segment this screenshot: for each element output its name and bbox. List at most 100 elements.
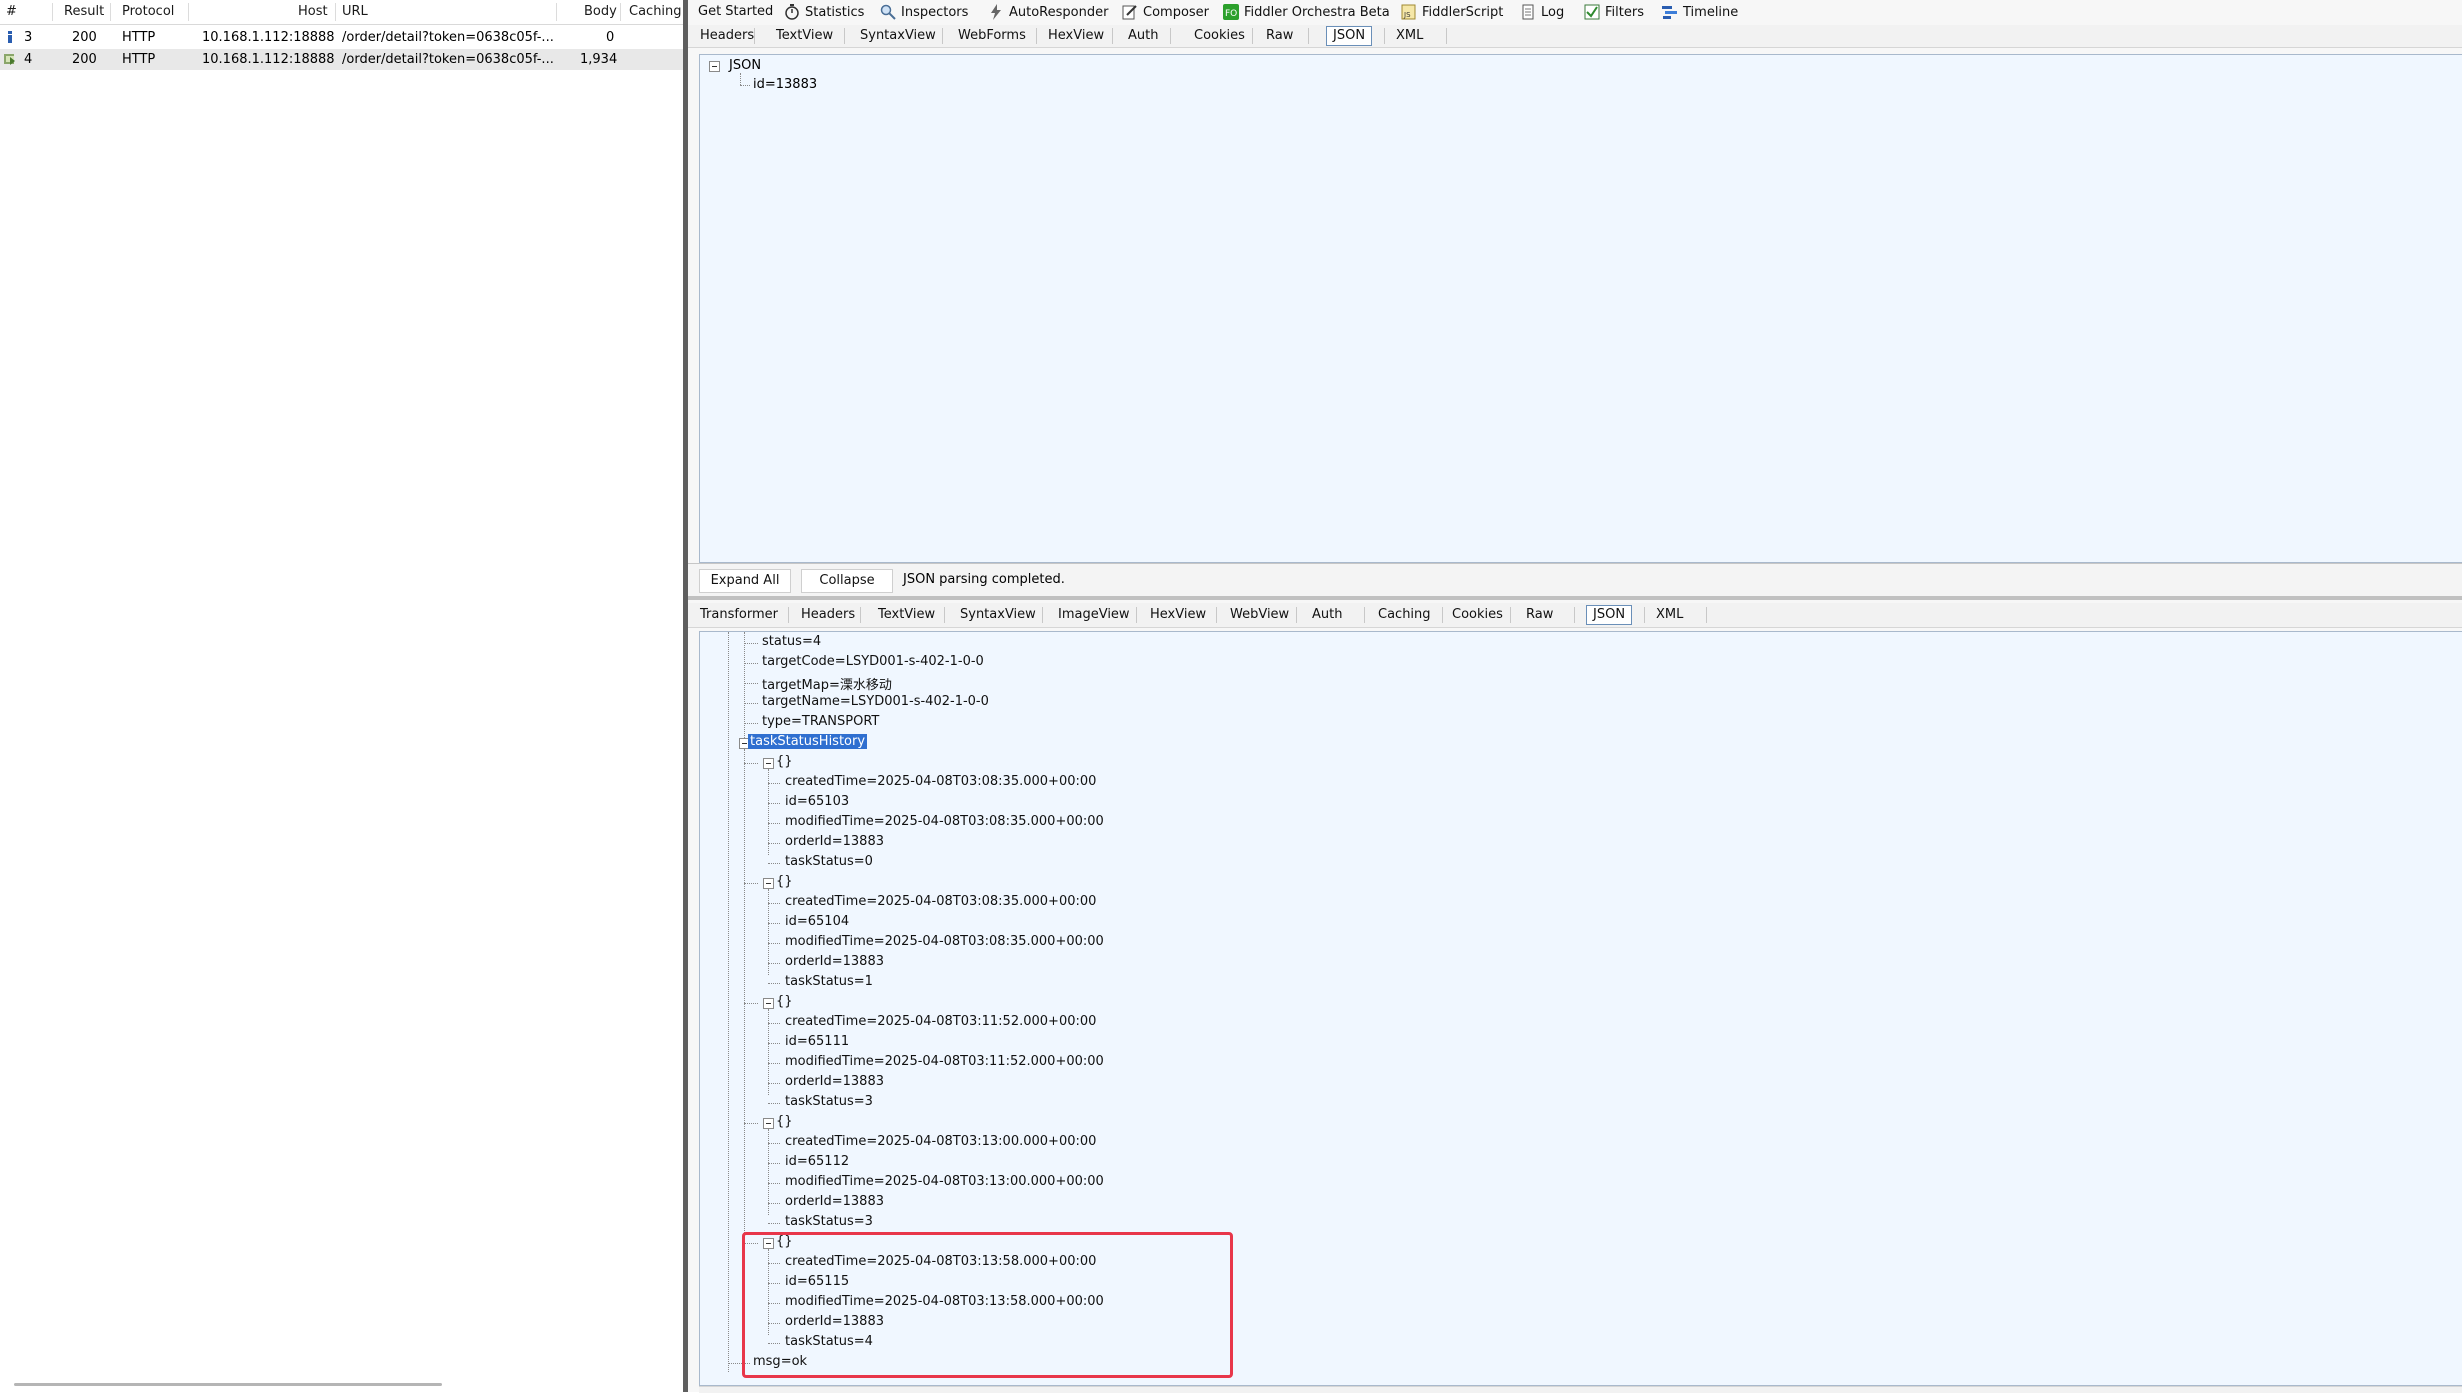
col-host[interactable]: Host [298, 4, 328, 19]
tree-node[interactable]: createdTime=2025-04-08T03:08:35.000+00:0… [785, 894, 1096, 909]
resp-tab-auth[interactable]: Auth [1312, 607, 1342, 622]
tab-get-started[interactable]: Get Started [698, 4, 773, 19]
req-tab-syntaxview[interactable]: SyntaxView [860, 28, 936, 43]
tree-node[interactable]: modifiedTime=2025-04-08T03:11:52.000+00:… [785, 1054, 1104, 1069]
tree-node[interactable]: taskStatus=3 [785, 1214, 873, 1229]
collapse-toggle-icon[interactable] [763, 1118, 774, 1129]
tree-node[interactable]: {} [776, 754, 793, 769]
session-num: 4 [24, 52, 33, 67]
json-toolbar: Expand All Collapse JSON parsing complet… [688, 563, 2462, 596]
req-tab-json[interactable]: JSON [1326, 26, 1373, 46]
tab-autoresponder[interactable]: AutoResponder [988, 4, 1108, 20]
resp-tab-headers[interactable]: Headers [801, 607, 855, 622]
resp-tab-syntaxview[interactable]: SyntaxView [960, 607, 1036, 622]
tab-inspectors[interactable]: Inspectors [880, 4, 968, 20]
tree-node[interactable]: targetCode=LSYD001-s-402-1-0-0 [762, 654, 984, 669]
tab-label: Inspectors [901, 4, 969, 20]
req-tab-textview[interactable]: TextView [776, 28, 833, 43]
collapse-toggle-icon[interactable] [763, 878, 774, 889]
tree-node[interactable]: taskStatus=3 [785, 1094, 873, 1109]
tree-node[interactable]: createdTime=2025-04-08T03:08:35.000+00:0… [785, 774, 1096, 789]
tab-label: Composer [1143, 4, 1210, 20]
resp-tab-json[interactable]: JSON [1586, 605, 1633, 625]
req-tab-headers[interactable]: Headers [700, 28, 754, 43]
tree-node[interactable]: orderId=13883 [785, 954, 884, 969]
tree-node[interactable]: {} [776, 994, 793, 1009]
tab-composer[interactable]: Composer [1122, 4, 1209, 20]
tab-fiddler-orchestra[interactable]: FO Fiddler Orchestra Beta [1223, 4, 1390, 20]
tree-node[interactable]: orderId=13883 [785, 834, 884, 849]
tab-filters[interactable]: Filters [1584, 4, 1644, 20]
session-protocol: HTTP [122, 30, 156, 45]
req-tab-cookies[interactable]: Cookies [1194, 28, 1245, 43]
fo-logo-icon: FO [1223, 4, 1239, 20]
horizontal-scrollbar[interactable] [14, 1383, 442, 1386]
tree-node[interactable]: type=TRANSPORT [762, 714, 879, 729]
resp-tab-hexview[interactable]: HexView [1150, 607, 1206, 622]
col-body[interactable]: Body [584, 4, 617, 19]
collapse-toggle-icon[interactable] [763, 998, 774, 1009]
pane-splitter[interactable] [688, 596, 2462, 600]
tree-node[interactable]: {} [776, 1114, 793, 1129]
tree-node[interactable]: targetMap=溧水移动 [762, 674, 892, 693]
svg-text:FO: FO [1225, 9, 1237, 19]
req-tab-auth[interactable]: Auth [1128, 28, 1158, 43]
tab-statistics[interactable]: Statistics [784, 4, 864, 20]
resp-tab-textview[interactable]: TextView [878, 607, 935, 622]
tree-root[interactable]: JSON [729, 58, 761, 73]
tree-node[interactable]: modifiedTime=2025-04-08T03:08:35.000+00:… [785, 814, 1104, 829]
tree-node-selected[interactable]: taskStatusHistory [748, 734, 868, 749]
expand-all-button[interactable]: Expand All [699, 569, 791, 593]
tree-branch-line [768, 1023, 780, 1024]
session-url: /order/detail?token=0638c05f-... [342, 30, 554, 45]
request-json-tree: JSON id=13883 [699, 54, 2462, 563]
tab-log[interactable]: Log [1520, 4, 1564, 20]
tree-node[interactable]: orderId=13883 [785, 1194, 884, 1209]
magnifier-icon [880, 4, 896, 20]
col-caching[interactable]: Caching [629, 4, 682, 19]
tree-node[interactable]: id=65111 [785, 1034, 849, 1049]
resp-tab-raw[interactable]: Raw [1526, 607, 1553, 622]
col-url[interactable]: URL [342, 4, 368, 19]
tree-node[interactable]: modifiedTime=2025-04-08T03:08:35.000+00:… [785, 934, 1104, 949]
resp-tab-cookies[interactable]: Cookies [1452, 607, 1503, 622]
session-row[interactable]: 4 200 HTTP 10.168.1.112:18888 /order/det… [0, 49, 683, 70]
tree-node[interactable]: id=65103 [785, 794, 849, 809]
req-tab-hexview[interactable]: HexView [1048, 28, 1104, 43]
session-row[interactable]: 3 200 HTTP 10.168.1.112:18888 /order/det… [0, 27, 683, 48]
tree-node[interactable]: id=65112 [785, 1154, 849, 1169]
collapse-button[interactable]: Collapse [801, 569, 893, 593]
tree-node[interactable]: {} [776, 874, 793, 889]
tree-node[interactable]: id=13883 [753, 77, 817, 92]
tree-node[interactable]: id=65104 [785, 914, 849, 929]
resp-tab-transformer[interactable]: Transformer [700, 607, 778, 622]
resp-tab-caching[interactable]: Caching [1378, 607, 1431, 622]
col-protocol[interactable]: Protocol [122, 4, 174, 19]
tree-node[interactable]: taskStatus=0 [785, 854, 873, 869]
resp-tab-webview[interactable]: WebView [1230, 607, 1289, 622]
tree-node[interactable]: createdTime=2025-04-08T03:11:52.000+00:0… [785, 1014, 1096, 1029]
resp-tab-imageview[interactable]: ImageView [1058, 607, 1130, 622]
tree-branch-line [768, 943, 780, 944]
col-result[interactable]: Result [64, 4, 104, 19]
status-text: JSON parsing completed. [903, 572, 1065, 587]
resp-tab-xml[interactable]: XML [1656, 607, 1683, 622]
req-tab-xml[interactable]: XML [1396, 28, 1423, 43]
tree-branch-line [768, 863, 780, 864]
document-icon [1522, 4, 1534, 20]
col-num[interactable]: # [6, 4, 17, 19]
tree-node[interactable]: modifiedTime=2025-04-08T03:13:00.000+00:… [785, 1174, 1104, 1189]
req-tab-webforms[interactable]: WebForms [958, 28, 1026, 43]
tree-node[interactable]: orderId=13883 [785, 1074, 884, 1089]
tab-timeline[interactable]: Timeline [1662, 4, 1738, 20]
tab-fiddlerscript[interactable]: JS FiddlerScript [1401, 4, 1503, 20]
tree-node[interactable]: createdTime=2025-04-08T03:13:00.000+00:0… [785, 1134, 1096, 1149]
collapse-toggle-icon[interactable] [709, 61, 720, 72]
req-tab-raw[interactable]: Raw [1266, 28, 1293, 43]
tree-node[interactable]: status=4 [762, 634, 821, 649]
tree-node[interactable]: taskStatus=1 [785, 974, 873, 989]
tree-node[interactable]: targetName=LSYD001-s-402-1-0-0 [762, 694, 989, 709]
tree-branch-line [768, 1103, 780, 1104]
sessions-header: # Result Protocol Host URL Body Caching [0, 0, 683, 25]
collapse-toggle-icon[interactable] [763, 758, 774, 769]
